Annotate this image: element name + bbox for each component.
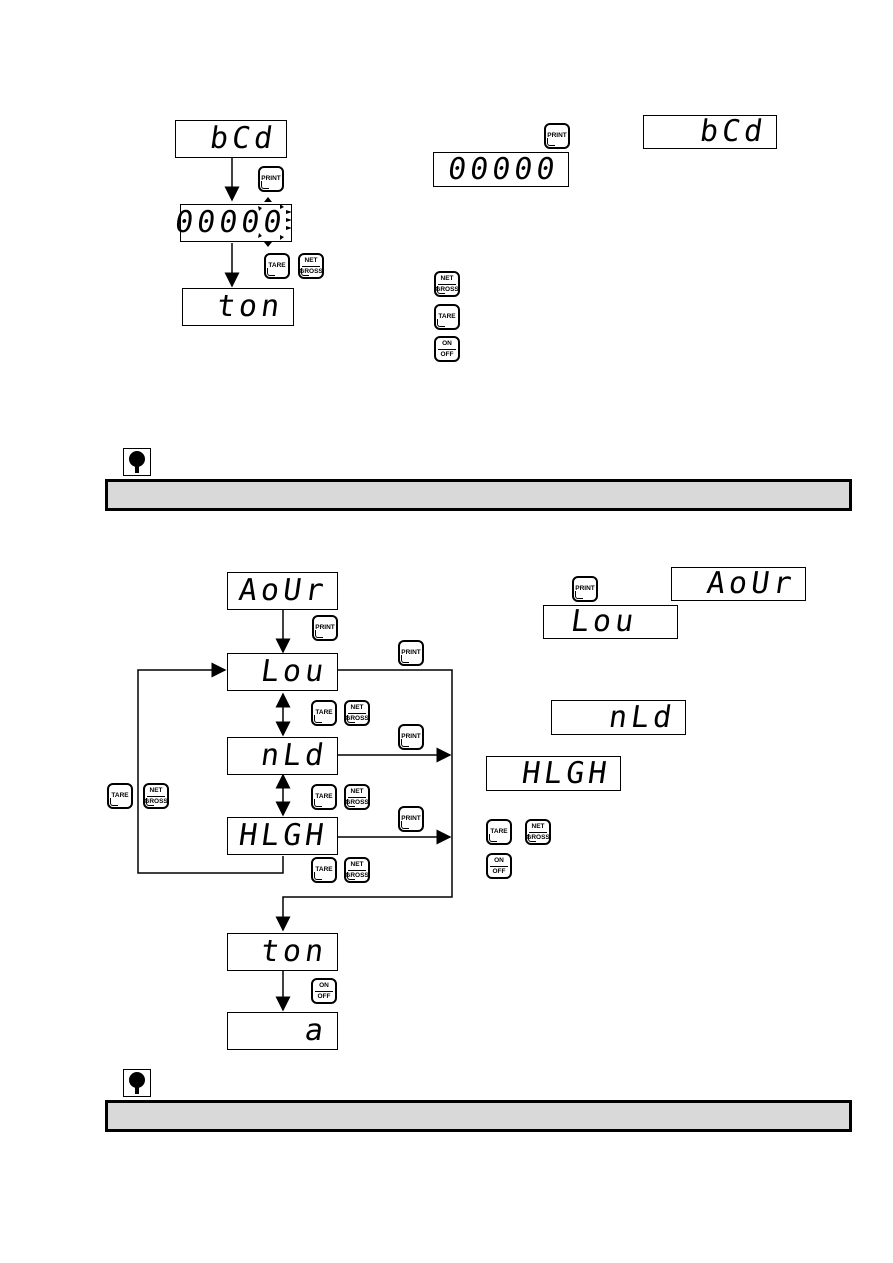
lcd-text: nLd bbox=[258, 738, 330, 773]
net-gross-key-desc[interactable]: NET GROSS bbox=[434, 271, 460, 297]
key-label: OFF bbox=[440, 350, 454, 358]
print-key-exit-low[interactable]: PRINT bbox=[398, 640, 424, 666]
lcd-ton: ton bbox=[227, 933, 338, 971]
tare-key-desc[interactable]: TARE bbox=[434, 304, 460, 330]
key-label: NET bbox=[149, 787, 163, 795]
net-gross-key[interactable]: NET GROSS bbox=[344, 700, 370, 726]
lcd-bcd: bCd bbox=[175, 120, 287, 158]
on-off-key[interactable]: ON OFF bbox=[311, 978, 337, 1004]
key-label: NET bbox=[531, 823, 545, 831]
lcd-text: a bbox=[302, 1013, 330, 1048]
lcd-ton: ton bbox=[182, 288, 294, 326]
tare-key[interactable]: TARE bbox=[311, 857, 337, 883]
print-key-exit-high[interactable]: PRINT bbox=[398, 806, 424, 832]
lcd-text: Lou bbox=[258, 654, 330, 689]
lcd-end: a bbox=[227, 1012, 338, 1050]
tare-key-desc[interactable]: TARE bbox=[486, 819, 512, 845]
tare-key[interactable]: TARE bbox=[311, 700, 337, 726]
lcd-text: Lou bbox=[568, 604, 640, 639]
print-key[interactable]: PRINT bbox=[258, 166, 284, 192]
net-gross-key-loop[interactable]: NET GROSS bbox=[143, 783, 169, 809]
lcd-text: AoUr bbox=[704, 566, 798, 601]
lcd-avr-desc: AoUr bbox=[671, 566, 806, 601]
note-icon bbox=[123, 1069, 151, 1097]
key-label: ON bbox=[494, 857, 504, 865]
lcd-bcd-desc: bCd bbox=[643, 114, 777, 149]
tare-key[interactable]: TARE bbox=[311, 784, 337, 810]
note-box bbox=[105, 479, 852, 511]
lcd-mid: nLd bbox=[227, 737, 338, 775]
key-label: OFF bbox=[492, 867, 506, 875]
tare-key-loop[interactable]: TARE bbox=[107, 783, 133, 809]
tare-key[interactable]: TARE bbox=[264, 253, 290, 279]
lcd-text: ton bbox=[258, 934, 330, 969]
lcd-low: Lou bbox=[227, 653, 338, 691]
lcd-avr: AoUr bbox=[227, 572, 338, 610]
key-label: NET bbox=[350, 861, 364, 869]
lcd-text: bCd bbox=[207, 121, 279, 156]
lcd-high: HLGH bbox=[227, 817, 338, 855]
on-off-key-desc[interactable]: ON OFF bbox=[434, 336, 460, 362]
key-label: ON bbox=[442, 340, 452, 348]
on-off-key-desc[interactable]: ON OFF bbox=[486, 853, 512, 879]
lcd-text: nLd bbox=[606, 699, 678, 735]
print-key-desc[interactable]: PRINT bbox=[572, 576, 598, 602]
key-label: NET bbox=[350, 704, 364, 712]
lcd-00000-desc: 00000 bbox=[433, 152, 569, 187]
net-gross-key[interactable]: NET GROSS bbox=[344, 784, 370, 810]
note-icon bbox=[123, 448, 151, 476]
lcd-mid-desc: nLd bbox=[551, 700, 686, 735]
lcd-text: AoUr bbox=[236, 573, 330, 608]
lcd-text: 00000 bbox=[445, 151, 561, 187]
net-gross-key[interactable]: NET GROSS bbox=[298, 253, 324, 279]
print-key-exit-mid[interactable]: PRINT bbox=[398, 724, 424, 750]
blink-indicator-icon bbox=[258, 197, 292, 247]
key-label: NET bbox=[350, 788, 364, 796]
key-label: NET bbox=[440, 275, 454, 283]
print-key-desc[interactable]: PRINT bbox=[544, 123, 570, 149]
lcd-text: bCd bbox=[697, 114, 769, 149]
net-gross-key-desc[interactable]: NET GROSS bbox=[525, 819, 551, 845]
lcd-text: HLGH bbox=[519, 755, 613, 791]
lcd-text: ton bbox=[214, 289, 286, 324]
print-key[interactable]: PRINT bbox=[312, 615, 338, 641]
lcd-text: HLGH bbox=[236, 818, 330, 853]
lcd-high-desc: HLGH bbox=[486, 756, 621, 791]
key-label: NET bbox=[304, 257, 318, 265]
note-box bbox=[105, 1100, 852, 1132]
key-label: OFF bbox=[317, 992, 331, 1000]
lcd-low-desc: Lou bbox=[543, 604, 678, 639]
net-gross-key[interactable]: NET GROSS bbox=[344, 857, 370, 883]
key-label: ON bbox=[319, 982, 329, 990]
